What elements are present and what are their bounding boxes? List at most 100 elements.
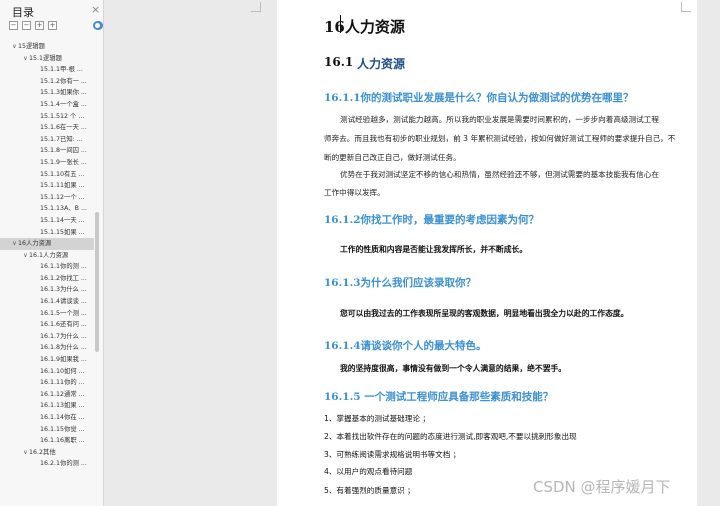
toc-item[interactable]: 16.1.2你找工 ...: [0, 273, 94, 285]
section-number: 16.1: [324, 55, 354, 69]
toc-item[interactable]: 15.1.4一个盒 ...: [0, 99, 94, 111]
toc-item[interactable]: 16.1.8为什么 ...: [0, 342, 94, 354]
toc-item[interactable]: ∨15.1逻辑题: [0, 53, 94, 65]
toc-item-label: 15.1.3如果你 ...: [40, 89, 87, 97]
toc-item-label: 16.1.11你的 ...: [40, 379, 85, 387]
body-line: 工作中得以发挥。: [324, 188, 385, 197]
nav-toolbar: − − + +: [9, 21, 57, 31]
page-corner-mark: [251, 2, 261, 12]
watermark: CSDN @程序媛月下: [533, 478, 671, 496]
chapter-title: 16人力资源: [324, 18, 405, 36]
question-title: 16.1.5 一个测试工程师应具备那些素质和技能？: [324, 391, 554, 403]
toc-item[interactable]: ∨16.1人力资源: [0, 250, 94, 262]
toc-item-label: 16.1.14你在 ...: [40, 414, 85, 421]
toc-item-label: 15.1.512 个 ...: [40, 112, 85, 120]
toc-item[interactable]: 16.2.1你的测 ...: [0, 458, 94, 470]
toc-item-label: 16.1.16离职 ...: [40, 437, 85, 445]
toc-item-label: 16.2其他: [29, 448, 56, 456]
toc-item[interactable]: 15.1.10有五 ...: [0, 169, 94, 181]
toc-item-label: 15.1逻辑题: [29, 54, 62, 62]
text-cursor: [340, 15, 341, 33]
toc-item[interactable]: ∨15逻辑题: [0, 41, 94, 53]
chevron-down-icon[interactable]: ∨: [22, 53, 29, 65]
toc-item[interactable]: 15.1.9一张长 ...: [0, 157, 94, 169]
toc-item-label: 16.1.3为什么 ...: [40, 286, 87, 294]
toc-item-label: 16.1.2你找工 ...: [40, 274, 87, 282]
toc-item[interactable]: 16.1.16离职 ...: [0, 435, 94, 447]
chevron-down-icon[interactable]: ∨: [22, 250, 29, 262]
toc-item[interactable]: 16.1.6还有问 ...: [0, 319, 94, 331]
toc-item[interactable]: 16.1.10如何 ...: [0, 366, 94, 378]
toc-item[interactable]: 15.1.2你有一 ...: [0, 76, 94, 88]
toc-item-label: 15.1.7已知: ...: [40, 135, 83, 143]
toc-item[interactable]: 16.1.14你在 ...: [0, 412, 94, 424]
toc-item[interactable]: 15.1.14一天 ...: [0, 215, 94, 227]
toc-item[interactable]: 16.1.1你的测 ...: [0, 261, 94, 273]
toc-item[interactable]: ∨16.2其他: [0, 447, 94, 459]
toc-item[interactable]: 15.1.15如果 ...: [0, 227, 94, 239]
nav-title: 目录: [12, 6, 34, 19]
chevron-down-icon[interactable]: ∨: [11, 238, 18, 250]
toc-item-label: 15.1.2你有一 ...: [40, 77, 87, 85]
toc-item[interactable]: 15.1.1甲-根 ...: [0, 64, 94, 76]
navigation-pane: 目录 × − − + + ∨15逻辑题 ∨15.1逻辑题 15.1.1甲-根 ...…: [0, 0, 104, 506]
toc-item-label: 15.1.12一个 ...: [40, 193, 85, 201]
toc-item-label: 15.1.8一间囚 ...: [40, 147, 87, 155]
toc-item[interactable]: 16.1.11你的 ...: [0, 377, 94, 389]
answer-text: 您可以由我过去的工作表现所呈现的客观数据，明显地看出我全力以赴的工作态度。: [340, 309, 629, 318]
list-item: 5、有着强烈的质量意识 ；: [324, 486, 415, 495]
expand-icon[interactable]: +: [35, 21, 44, 30]
toc-item[interactable]: 15.1.13A、B ...: [0, 203, 94, 215]
toc-item-label: 16.1.12通常 ...: [40, 390, 85, 398]
collapse-all-icon[interactable]: −: [9, 21, 18, 30]
question-title: 16.1.3为什么我们应该录取你？: [324, 277, 477, 289]
toc-item-label: 15.1.13A、B ...: [40, 205, 87, 213]
toc-item[interactable]: 15.1.6在一天 ...: [0, 122, 94, 134]
toc-item[interactable]: 16.1.5一个测 ...: [0, 308, 94, 320]
toc-item[interactable]: 15.1.8一间囚 ...: [0, 145, 94, 157]
toc-item[interactable]: 16.1.13如果 ...: [0, 400, 94, 412]
toc-item-label: 16.1.5一个测 ...: [40, 309, 87, 317]
toc-item-label: 16.1人力资源: [29, 251, 69, 259]
toc-item[interactable]: 15.1.11如果 ...: [0, 180, 94, 192]
list-item: 4、以用户的观点看待问题: [324, 467, 413, 476]
toc-item[interactable]: 15.1.12一个 ...: [0, 192, 94, 204]
body-line: 测试经验越多，测试能力越高。所以我的职业发展是需要时间累积的，一步步向着高级测试…: [340, 115, 659, 124]
toc-item-label: 16.1.4请谈谈 ...: [40, 298, 87, 306]
toc-item-label: 16.1.8为什么 ...: [40, 344, 87, 352]
toc-item-label: 15.1.15如果 ...: [40, 228, 85, 236]
chevron-down-icon[interactable]: ∨: [11, 41, 18, 53]
toc-item[interactable]: 16.1.9如果我 ...: [0, 354, 94, 366]
question-title: 16.1.1你的测试职业发展是什么？你自认为做测试的优势在哪里？: [324, 92, 634, 104]
toc-item-label: 16.1.13如果 ...: [40, 402, 85, 410]
close-icon[interactable]: ×: [91, 4, 100, 15]
toc-item[interactable]: 16.1.15你觉 ...: [0, 424, 94, 436]
expand-all-icon[interactable]: +: [48, 21, 57, 30]
toc-item-label: 16.1.10如何 ...: [40, 367, 85, 375]
toc-item-label: 15.1.1甲-根 ...: [40, 66, 83, 74]
toc-item-label: 16.1.6还有问 ...: [40, 321, 87, 329]
toc-item[interactable]: 16.1.4请谈谈 ...: [0, 296, 94, 308]
nav-scrollbar[interactable]: [95, 212, 99, 352]
toc-item-label: 15.1.6在一天 ...: [40, 124, 87, 132]
collapse-icon[interactable]: −: [22, 21, 31, 30]
toc-item-label: 15.1.11如果 ...: [40, 182, 85, 190]
toc-item-label: 15逻辑题: [18, 43, 45, 50]
question-title: 16.1.2你找工作时，最重要的考虑因素为何？: [324, 214, 540, 226]
toc-item[interactable]: 16.1.7为什么 ...: [0, 331, 94, 343]
sync-toggle-icon[interactable]: [93, 21, 103, 30]
body-line: 师奔去。而且我也有初步的职业规划，前 3 年累积测试经验，按如何做好测试工程师的…: [324, 134, 676, 143]
toc-item-label: 16.1.9如果我 ...: [40, 356, 87, 364]
toc-item[interactable]: ∨16人力资源: [0, 238, 94, 250]
toc-item[interactable]: 15.1.7已知: ...: [0, 134, 94, 146]
toc-item[interactable]: 16.1.3为什么 ...: [0, 284, 94, 296]
toc-item-label: 16.1.15你觉 ...: [40, 425, 85, 433]
toc-item-label: 15.1.9一张长 ...: [40, 158, 87, 166]
toc-item[interactable]: 16.1.12通常 ...: [0, 389, 94, 401]
chevron-down-icon[interactable]: ∨: [22, 447, 29, 459]
toc-tree: ∨15逻辑题 ∨15.1逻辑题 15.1.1甲-根 ... 15.1.2你有一 ...…: [0, 41, 94, 470]
list-item: 1、掌握基本的测试基础理论 ；: [324, 414, 430, 423]
toc-item[interactable]: 15.1.3如果你 ...: [0, 87, 94, 99]
list-item: 3、可熟练阅读需求规格说明书等文档 ；: [324, 450, 461, 459]
toc-item[interactable]: 15.1.512 个 ...: [0, 111, 94, 123]
